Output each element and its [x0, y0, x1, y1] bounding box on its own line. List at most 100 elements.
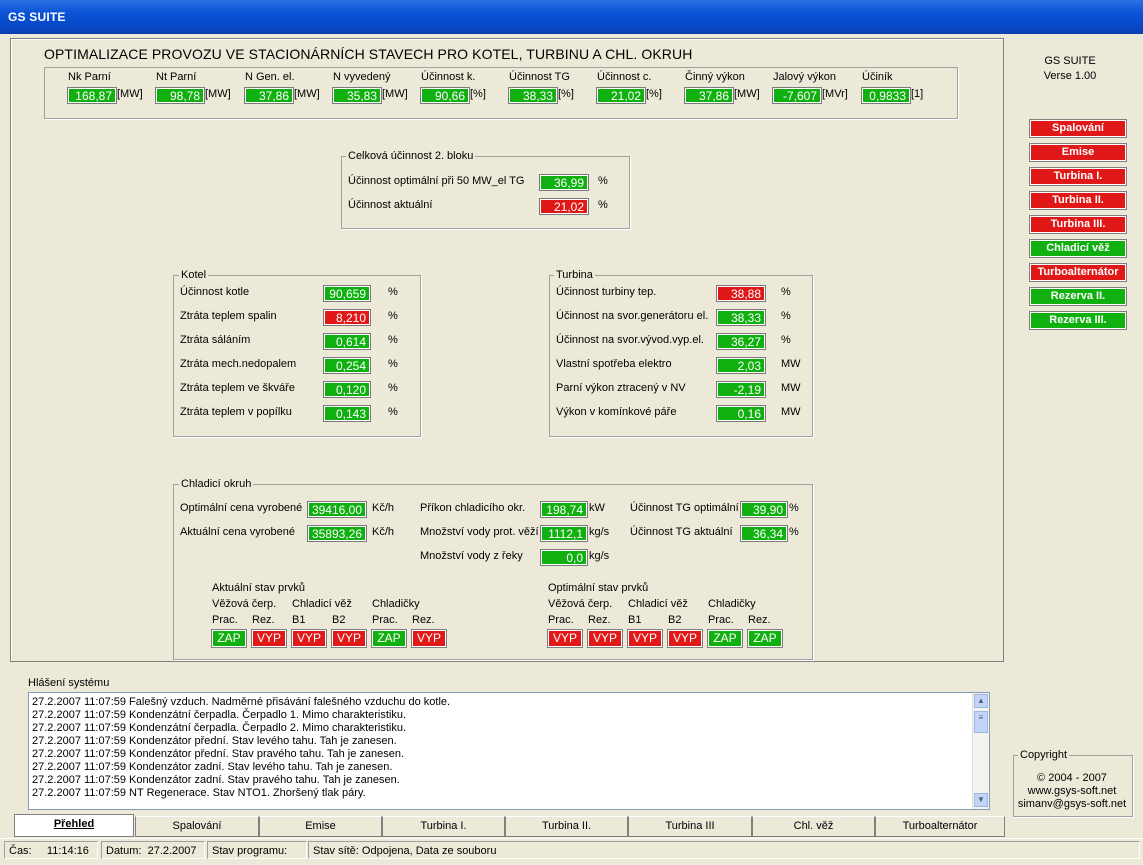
metric-unit: [MW]: [117, 88, 143, 100]
sidebar-button[interactable]: Turbina II.: [1029, 191, 1127, 210]
status-program: Stav programu:: [207, 841, 307, 859]
log-scrollbar[interactable]: ▲ ≡ ▼: [972, 693, 989, 809]
tab-3[interactable]: Turbina I.: [382, 816, 505, 837]
scroll-down-icon[interactable]: ▼: [974, 793, 988, 807]
status-time-value: 11:14:16: [46, 845, 89, 857]
kotel-row-label: Účinnost kotle: [180, 286, 250, 298]
kotel-row-label: Ztráta teplem v popílku: [180, 406, 292, 418]
optimalni-state-indicator: VYP: [627, 629, 663, 648]
sidebar-button[interactable]: Rezerva III.: [1029, 311, 1127, 330]
turbina-title: Turbina: [554, 269, 595, 281]
kotel-row-label: Ztráta teplem ve škváře: [180, 382, 295, 394]
aktualni-group-label: Chladicí věž: [292, 598, 352, 610]
chladici-value: 36,34: [740, 525, 788, 542]
tab-4[interactable]: Turbina II.: [505, 816, 628, 837]
aktualni-state-indicator: VYP: [291, 629, 327, 648]
chladici-value: 39416,00: [307, 501, 367, 518]
metric-label: Činný výkon: [685, 71, 745, 83]
metric-unit: [MW]: [294, 88, 320, 100]
turbina-row-unit: MW: [781, 358, 801, 370]
aktualni-state-indicator: VYP: [411, 629, 447, 648]
chladici-unit: kW: [589, 502, 605, 514]
optimalni-sub-label: B1: [628, 614, 642, 626]
tab-5[interactable]: Turbina III: [628, 816, 752, 837]
kotel-row-unit: %: [388, 406, 398, 418]
kotel-row-unit: %: [388, 310, 398, 322]
chladici-value: 39,90: [740, 501, 788, 518]
metric-label: N vyvedený: [333, 71, 391, 83]
status-date-label: Datum:: [106, 845, 142, 857]
system-log[interactable]: 27.2.2007 11:07:59 Falešný vzduch. Nadmě…: [28, 692, 990, 810]
sidebar-button[interactable]: Turbina I.: [1029, 167, 1127, 186]
chladici-label: Optimální cena vyrobené: [180, 502, 303, 514]
sidebar-button[interactable]: Turboalternátor: [1029, 263, 1127, 282]
kotel-row-label: Ztráta teplem spalin: [180, 310, 277, 322]
kotel-row-value: 0,254: [323, 357, 371, 374]
optimalni-title: Optimální stav prvků: [548, 582, 649, 594]
turbina-row-label: Účinnost na svor.generátoru el.: [556, 310, 709, 322]
turbina-row-value: 2,03: [716, 357, 766, 374]
sidebar-button[interactable]: Spalování: [1029, 119, 1127, 138]
aktualni-title: Aktuální stav prvků: [212, 582, 305, 594]
log-line: 27.2.2007 11:07:59 Kondenzátní čerpadla.…: [32, 709, 407, 721]
metric-label: Účinnost TG: [509, 71, 570, 83]
turbina-row-label: Účinnost turbiny tep.: [556, 286, 657, 298]
sidebar-button[interactable]: Rezerva II.: [1029, 287, 1127, 306]
celkova-row-unit: %: [598, 199, 608, 211]
chladici-unit: Kč/h: [372, 526, 395, 538]
copyright-line: www.gsys-soft.net: [1027, 785, 1117, 797]
sidebar-button[interactable]: Emise: [1029, 143, 1127, 162]
metric-value: 37,86: [684, 87, 734, 104]
chladici-unit: kg/s: [589, 526, 610, 538]
metric-label: Účinnost k.: [421, 71, 476, 83]
kotel-row-value: 0,143: [323, 405, 371, 422]
metric-unit: [MW]: [734, 88, 760, 100]
metric-value: -7,607: [772, 87, 822, 104]
copyright-title: Copyright: [1018, 749, 1070, 761]
page-title: OPTIMALIZACE PROVOZU VE STACIONÁRNÍCH ST…: [44, 46, 693, 62]
tab-0[interactable]: Přehled: [14, 814, 134, 837]
window-titlebar: GS SUITE: [0, 0, 1143, 34]
log-title: Hlášení systému: [28, 677, 110, 689]
tab-7[interactable]: Turboalternátor: [875, 816, 1005, 837]
log-line: 27.2.2007 11:07:59 Kondenzátor přední. S…: [32, 748, 405, 760]
app-name: GS SUITE: [1044, 55, 1096, 67]
metric-label: N Gen. el.: [245, 71, 295, 83]
status-time-label: Čas:: [9, 845, 32, 857]
kotel-row-label: Ztráta mech.nedopalem: [180, 358, 297, 370]
celkova-row-unit: %: [598, 175, 608, 187]
optimalni-state-indicator: VYP: [547, 629, 583, 648]
tab-1[interactable]: Spalování: [135, 816, 259, 837]
app-version: Verse 1.00: [1043, 70, 1097, 82]
aktualni-sub-label: Rez.: [252, 614, 275, 626]
optimalni-group-label: Chladicí věž: [628, 598, 688, 610]
metric-label: Účinnost c.: [597, 71, 652, 83]
chladici-value: 35893,26: [307, 525, 367, 542]
scroll-thumb[interactable]: ≡: [974, 711, 988, 733]
metric-label: Nt Parní: [156, 71, 197, 83]
aktualni-group-label: Chladičky: [372, 598, 420, 610]
kotel-title: Kotel: [179, 269, 209, 281]
optimalni-sub-label: B2: [668, 614, 682, 626]
chladici-value: 1112,1: [540, 525, 588, 542]
optimalni-sub-label: Prac.: [708, 614, 734, 626]
kotel-row-value: 90,659: [323, 285, 371, 302]
aktualni-state-indicator: ZAP: [211, 629, 247, 648]
turbina-row-label: Parní výkon ztracený v NV: [556, 382, 686, 394]
chladici-value: 198,74: [540, 501, 588, 518]
optimalni-group-label: Chladičky: [708, 598, 756, 610]
log-line: 27.2.2007 11:07:59 Kondenzátor zadní. St…: [32, 761, 393, 773]
celkova-row-value: 21,02: [539, 198, 589, 215]
scroll-up-icon[interactable]: ▲: [974, 694, 988, 708]
sidebar-button[interactable]: Turbina III.: [1029, 215, 1127, 234]
metric-value: 168,87: [67, 87, 117, 104]
optimalni-sub-label: Prac.: [548, 614, 574, 626]
metric-label: Nk Parní: [68, 71, 111, 83]
tab-6[interactable]: Chl. věž: [752, 816, 875, 837]
turbina-row-value: 38,33: [716, 309, 766, 326]
tab-2[interactable]: Emise: [259, 816, 382, 837]
chladici-unit: %: [789, 502, 799, 514]
sidebar-button[interactable]: Chladicí věž: [1029, 239, 1127, 258]
turbina-row-value: 36,27: [716, 333, 766, 350]
metric-value: 21,02: [596, 87, 646, 104]
